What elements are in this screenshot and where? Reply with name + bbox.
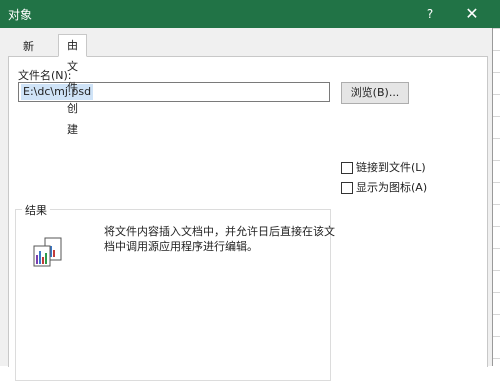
result-description: 将文件内容插入文档中，并允许日后直接在该文档中调用源应用程序进行编辑。	[104, 225, 335, 253]
embedded-object-icon	[33, 237, 62, 267]
spreadsheet-grid-background	[492, 28, 500, 366]
result-group: 结果 将文件内容插入文档中，并允许日后直接在该文档中调用源应用程序进行编辑。	[15, 202, 335, 381]
tab-panel: 文件名(N): E:\dc\mj.psd 浏览(B)... 链接到文件(L) 显…	[8, 56, 488, 381]
checkbox-box[interactable]	[341, 162, 353, 174]
close-icon[interactable]: ✕	[452, 0, 492, 28]
help-icon[interactable]: ?	[410, 0, 450, 28]
filename-input[interactable]: E:\dc\mj.psd	[18, 82, 330, 102]
tab-create-from-file[interactable]: 由文件创建	[58, 34, 87, 136]
tab-new[interactable]: 新建	[14, 36, 43, 72]
display-as-icon-label: 显示为图标(A)	[356, 181, 428, 194]
browse-button[interactable]: 浏览(B)...	[341, 82, 409, 104]
checkbox-box[interactable]	[341, 182, 353, 194]
filename-value: E:\dc\mj.psd	[21, 84, 94, 100]
dialog-titlebar: 对象 ? ✕	[0, 0, 500, 28]
object-dialog: 对象 ? ✕ 新建 由文件创建 文件名(N): E:\dc\mj.psd 浏览(…	[0, 0, 500, 381]
dialog-title: 对象	[8, 8, 33, 22]
filename-label: 文件名(N):	[18, 69, 72, 82]
result-title: 结果	[22, 202, 50, 218]
link-to-file-label: 链接到文件(L)	[356, 161, 426, 174]
